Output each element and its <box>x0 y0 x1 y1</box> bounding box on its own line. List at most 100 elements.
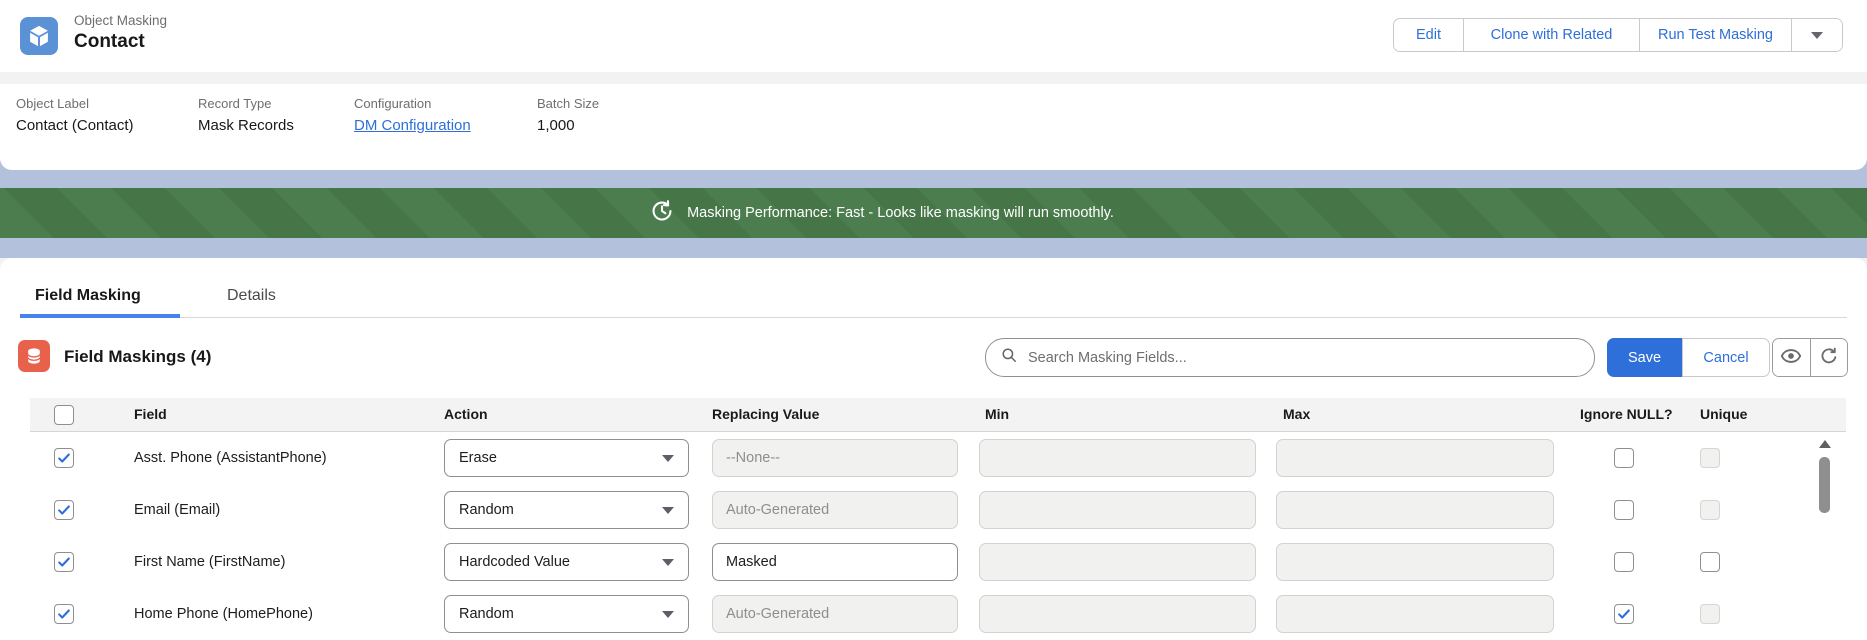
object-type-label: Object Masking <box>74 13 167 28</box>
column-header-action: Action <box>444 406 488 422</box>
preview-button[interactable] <box>1773 339 1810 376</box>
tab-details[interactable]: Details <box>227 287 276 305</box>
more-actions-button[interactable] <box>1792 19 1842 51</box>
action-select-value: Random <box>459 502 514 518</box>
detail-field: Batch Size 1,000 <box>537 96 599 134</box>
scrollbar-thumb[interactable] <box>1819 457 1830 513</box>
database-icon <box>18 340 50 372</box>
sync-clock-icon <box>649 198 675 229</box>
detail-label: Object Label <box>16 96 134 111</box>
column-header-field: Field <box>134 406 167 422</box>
detail-label: Configuration <box>354 96 471 111</box>
chevron-down-icon <box>1811 32 1823 39</box>
row-select-checkbox[interactable] <box>54 500 74 520</box>
action-select[interactable]: Random <box>444 491 689 529</box>
performance-banner: Masking Performance: Fast - Looks like m… <box>0 188 1867 238</box>
replacing-value-input[interactable] <box>712 491 958 529</box>
field-label: Home Phone (HomePhone) <box>134 588 313 640</box>
unique-checkbox[interactable] <box>1700 448 1720 468</box>
record-header: Object Masking Contact Edit Clone with R… <box>0 0 1867 72</box>
min-input[interactable] <box>979 439 1256 477</box>
active-tab-underline <box>20 314 180 318</box>
chevron-down-icon <box>662 611 674 618</box>
table-row: Asst. Phone (AssistantPhone) Erase <box>0 432 1867 484</box>
cancel-button[interactable]: Cancel <box>1682 338 1770 377</box>
detail-value: 1,000 <box>537 117 599 134</box>
tab-divider <box>20 317 1847 318</box>
edit-button[interactable]: Edit <box>1394 19 1464 51</box>
row-select-checkbox[interactable] <box>54 448 74 468</box>
ignore-null-checkbox[interactable] <box>1614 604 1634 624</box>
list-icon-buttons <box>1772 338 1848 377</box>
column-header-ignore-null: Ignore NULL? <box>1580 406 1673 422</box>
search-masking-fields <box>985 338 1595 377</box>
field-label: First Name (FirstName) <box>134 536 285 588</box>
object-masking-page: Masking Performance: Fast - Looks like m… <box>0 0 1867 640</box>
table-header: Field Action Replacing Value Min Max Ign… <box>30 398 1846 432</box>
row-select-checkbox[interactable] <box>54 604 74 624</box>
refresh-icon <box>1818 345 1840 370</box>
unique-checkbox[interactable] <box>1700 552 1720 572</box>
min-input[interactable] <box>979 491 1256 529</box>
action-select-value: Hardcoded Value <box>459 554 570 570</box>
detail-field: Record Type Mask Records <box>198 96 294 134</box>
min-input[interactable] <box>979 543 1256 581</box>
field-label: Email (Email) <box>134 484 220 536</box>
detail-value: Contact (Contact) <box>16 117 134 134</box>
detail-field: Configuration DM Configuration <box>354 96 471 134</box>
detail-field: Object Label Contact (Contact) <box>16 96 134 134</box>
column-header-unique: Unique <box>1700 406 1747 422</box>
details-panel: Object Label Contact (Contact) Record Ty… <box>0 84 1867 170</box>
scroll-up-arrow[interactable] <box>1819 440 1831 448</box>
save-button[interactable]: Save <box>1607 338 1682 377</box>
max-input[interactable] <box>1276 439 1554 477</box>
table-scrollbar[interactable] <box>1818 436 1831 640</box>
replacing-value-input[interactable] <box>712 543 958 581</box>
tab-field-masking[interactable]: Field Masking <box>35 287 141 305</box>
field-masking-panel: Field Masking Details Field Maskings (4)… <box>0 258 1867 640</box>
cube-icon <box>20 17 58 55</box>
table-row: First Name (FirstName) Hardcoded Value <box>0 536 1867 588</box>
action-select[interactable]: Erase <box>444 439 689 477</box>
banner-message: Masking Performance: Fast - Looks like m… <box>687 205 1114 221</box>
record-action-group: Edit Clone with Related Run Test Masking <box>1393 18 1843 52</box>
row-select-checkbox[interactable] <box>54 552 74 572</box>
field-label: Asst. Phone (AssistantPhone) <box>134 432 327 484</box>
search-input[interactable] <box>1028 350 1594 366</box>
magnifier-icon <box>1000 346 1018 369</box>
min-input[interactable] <box>979 595 1256 633</box>
replacing-value-input[interactable] <box>712 595 958 633</box>
select-all-checkbox[interactable] <box>54 405 74 425</box>
detail-value: Mask Records <box>198 117 294 134</box>
ignore-null-checkbox[interactable] <box>1614 552 1634 572</box>
ignore-null-checkbox[interactable] <box>1614 500 1634 520</box>
column-header-max: Max <box>1283 406 1310 422</box>
table-row: Home Phone (HomePhone) Random <box>0 588 1867 640</box>
page-title: Contact <box>74 31 167 53</box>
detail-label: Batch Size <box>537 96 599 111</box>
action-select-value: Erase <box>459 450 497 466</box>
chevron-down-icon <box>662 455 674 462</box>
unique-checkbox[interactable] <box>1700 604 1720 624</box>
max-input[interactable] <box>1276 543 1554 581</box>
chevron-down-icon <box>662 507 674 514</box>
list-title: Field Maskings (4) <box>64 347 211 367</box>
configuration-link[interactable]: DM Configuration <box>354 117 471 134</box>
column-header-replacing-value: Replacing Value <box>712 406 819 422</box>
clone-with-related-button[interactable]: Clone with Related <box>1464 19 1640 51</box>
refresh-button[interactable] <box>1810 339 1848 376</box>
run-test-masking-button[interactable]: Run Test Masking <box>1640 19 1792 51</box>
detail-label: Record Type <box>198 96 294 111</box>
table-row: Email (Email) Random <box>0 484 1867 536</box>
eye-icon <box>1780 345 1802 370</box>
unique-checkbox[interactable] <box>1700 500 1720 520</box>
table-body: Asst. Phone (AssistantPhone) Erase Email… <box>0 432 1867 640</box>
column-header-min: Min <box>985 406 1009 422</box>
action-select-value: Random <box>459 606 514 622</box>
replacing-value-input[interactable] <box>712 439 958 477</box>
action-select[interactable]: Hardcoded Value <box>444 543 689 581</box>
ignore-null-checkbox[interactable] <box>1614 448 1634 468</box>
max-input[interactable] <box>1276 595 1554 633</box>
max-input[interactable] <box>1276 491 1554 529</box>
action-select[interactable]: Random <box>444 595 689 633</box>
